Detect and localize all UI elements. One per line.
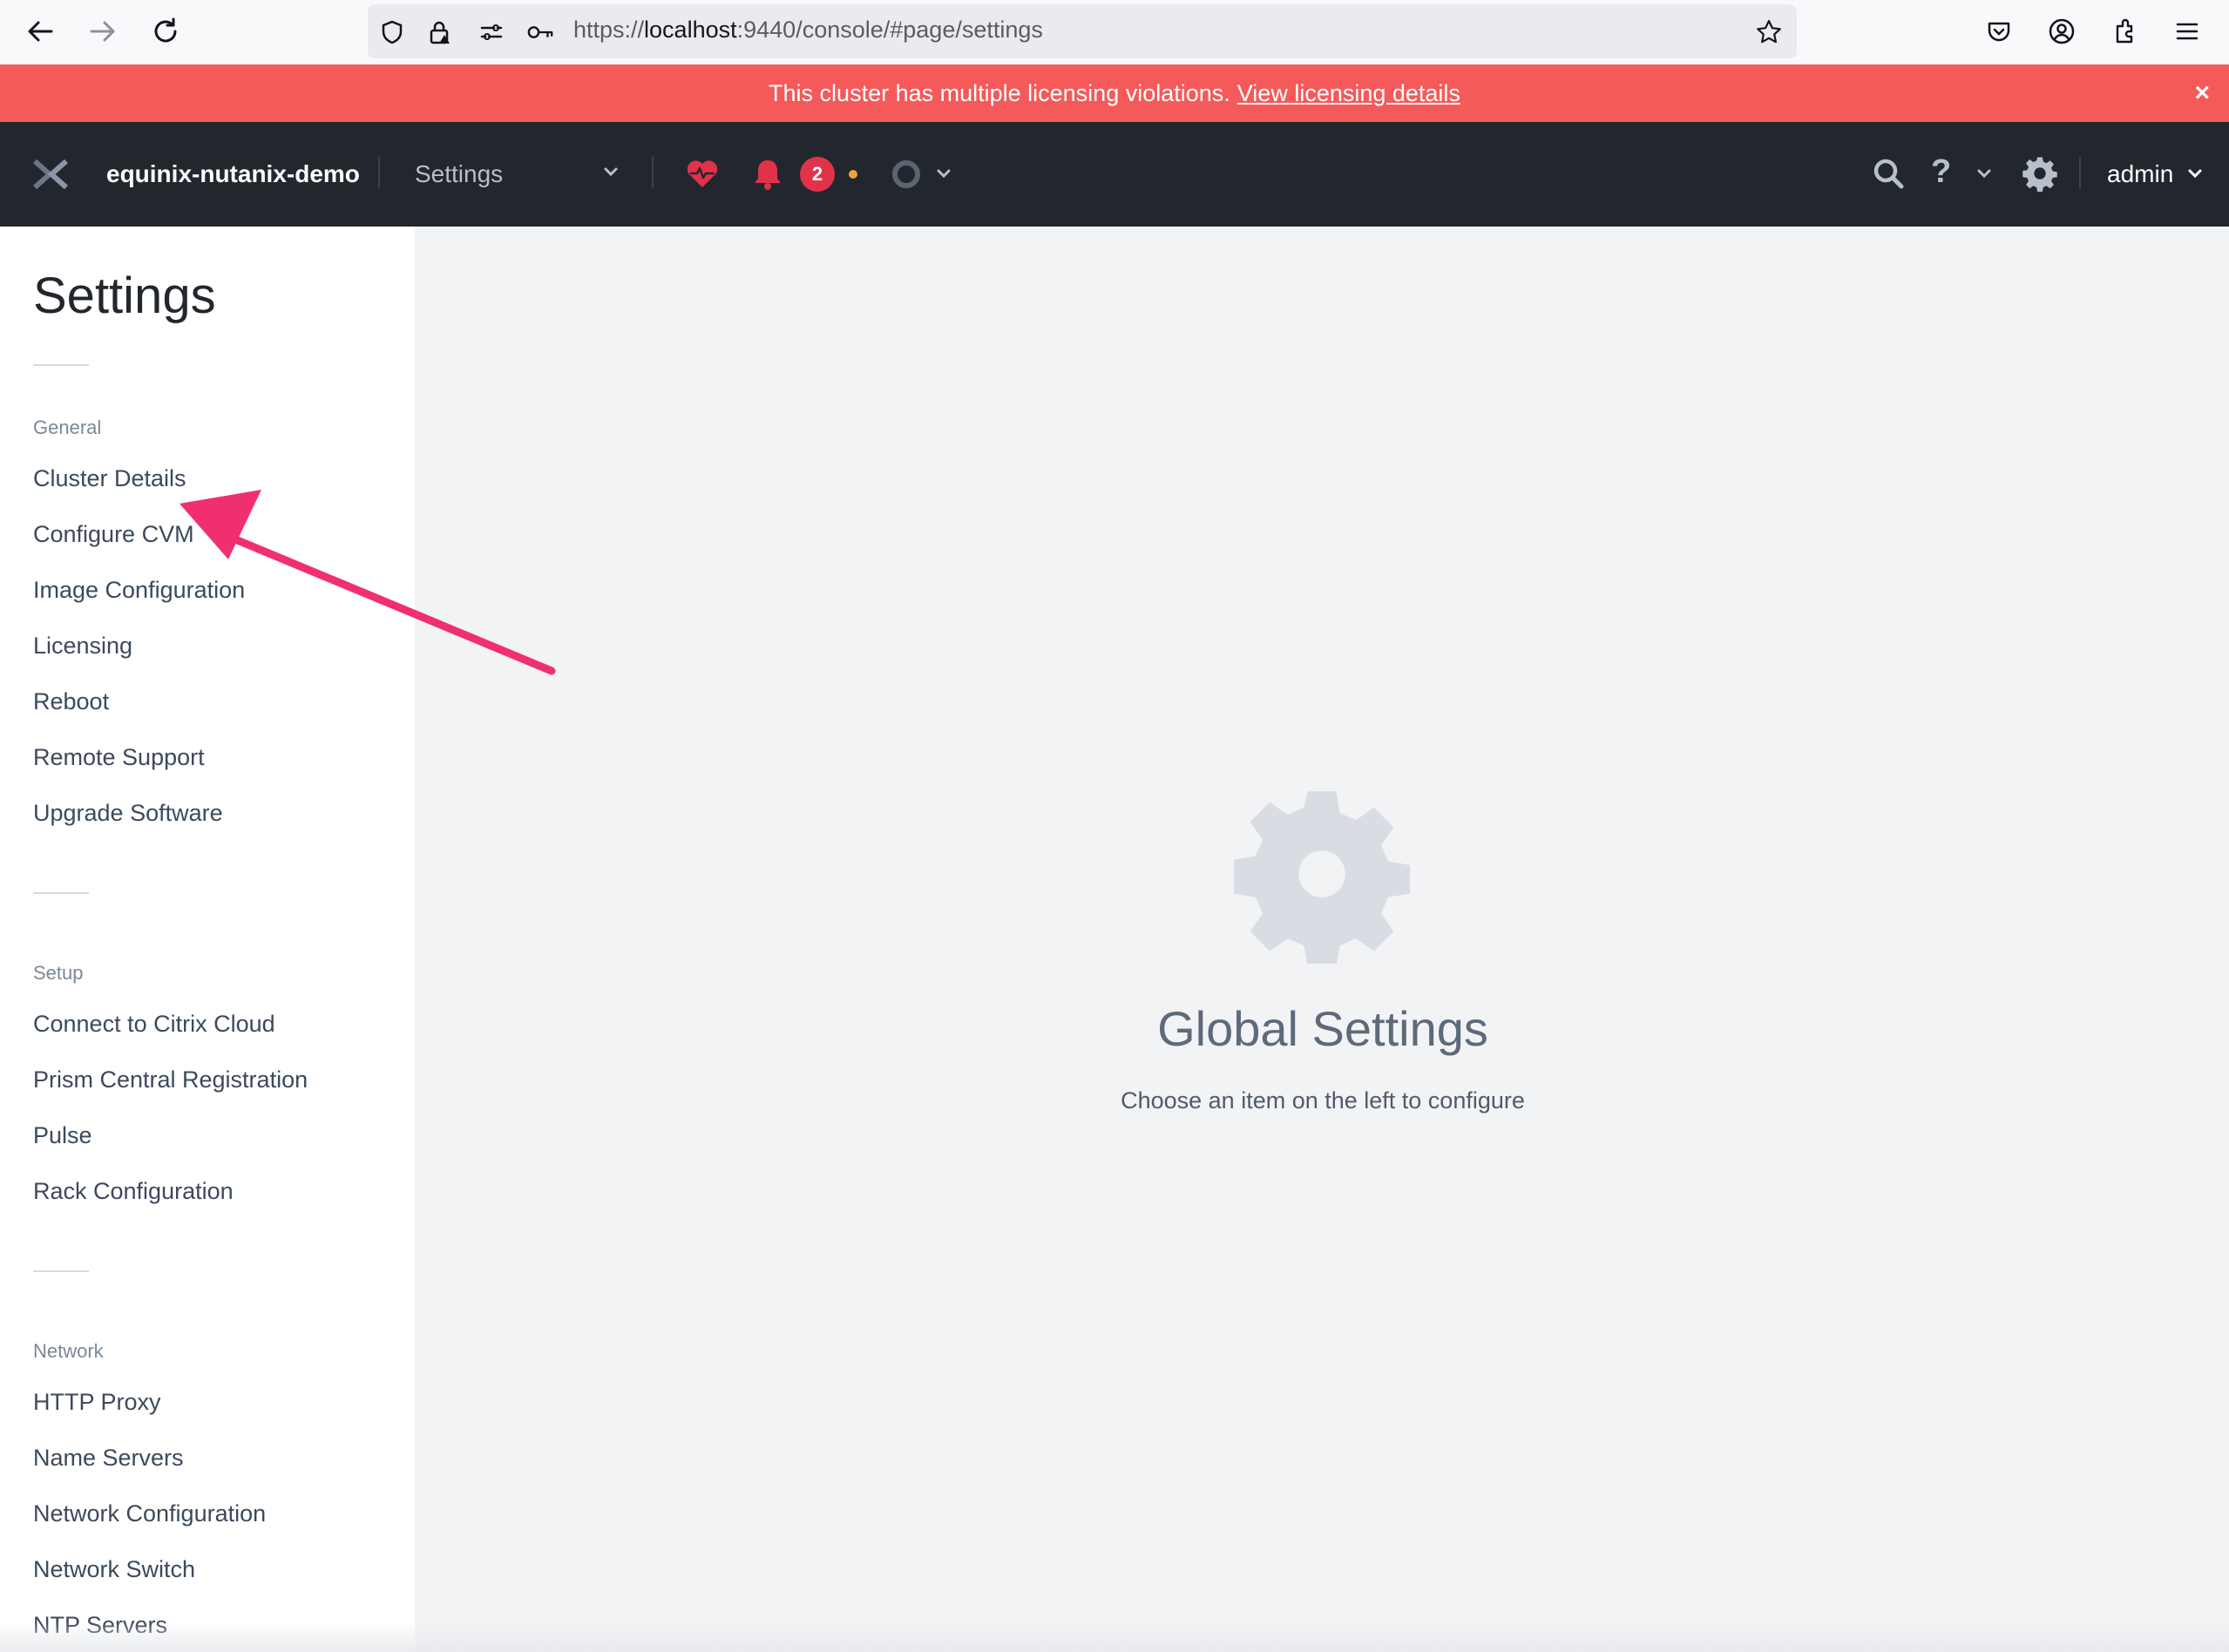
search-icon[interactable] — [1872, 157, 1905, 194]
alert-count-badge[interactable]: 2 — [800, 157, 835, 192]
section-general: General — [33, 416, 102, 438]
tasks-circle-icon[interactable] — [891, 159, 922, 194]
bookmark-star-icon[interactable] — [1755, 18, 1783, 46]
section-setup: Setup — [33, 962, 84, 984]
extensions-icon[interactable] — [2107, 14, 2142, 49]
view-licensing-link[interactable]: View licensing details — [1237, 80, 1460, 107]
sidebar-item-pulse[interactable]: Pulse — [33, 1122, 92, 1149]
help-icon[interactable]: ? — [1931, 153, 1951, 191]
annotation-arrow — [180, 490, 556, 675]
header-divider — [2079, 157, 2081, 188]
nutanix-logo-icon[interactable] — [31, 159, 70, 190]
alert-bell-icon[interactable] — [751, 157, 784, 196]
page-selector[interactable]: Settings — [415, 160, 503, 188]
header-divider — [378, 157, 380, 188]
sidebar-item-remote-support[interactable]: Remote Support — [33, 744, 205, 771]
lock-warning-icon[interactable] — [425, 18, 453, 46]
close-icon[interactable]: × — [2194, 78, 2210, 108]
url-text[interactable]: https://localhost:9440/console/#page/set… — [573, 17, 1043, 44]
forward-arrow-icon[interactable] — [84, 12, 122, 51]
sidebar-divider — [33, 1270, 89, 1272]
settings-sidebar: Settings General Cluster Details Configu… — [0, 227, 415, 1652]
shield-icon[interactable] — [378, 18, 406, 46]
empty-state-title: Global Settings — [1157, 1001, 1488, 1056]
warning-dot[interactable] — [849, 170, 857, 179]
chevron-down-icon[interactable] — [1975, 164, 1994, 187]
header-divider — [652, 157, 654, 188]
banner-message: This cluster has multiple licensing viol… — [769, 79, 1230, 106]
browser-toolbar: https://localhost:9440/console/#page/set… — [0, 0, 2229, 64]
cluster-name[interactable]: equinix-nutanix-demo — [106, 160, 360, 188]
sidebar-item-rack-configuration[interactable]: Rack Configuration — [33, 1178, 234, 1205]
sidebar-item-connect-citrix-cloud[interactable]: Connect to Citrix Cloud — [33, 1011, 275, 1038]
bottom-fade — [0, 1622, 2229, 1652]
app-header: equinix-nutanix-demo Settings 2 ? admin — [0, 122, 2229, 227]
sidebar-item-network-configuration[interactable]: Network Configuration — [33, 1500, 266, 1527]
chevron-down-icon[interactable] — [934, 164, 953, 187]
sidebar-item-network-switch[interactable]: Network Switch — [33, 1556, 195, 1583]
address-bar[interactable]: https://localhost:9440/console/#page/set… — [368, 4, 1797, 58]
account-icon[interactable] — [2044, 14, 2079, 49]
sidebar-item-name-servers[interactable]: Name Servers — [33, 1445, 184, 1472]
empty-state-subtitle: Choose an item on the left to configure — [1121, 1087, 1525, 1114]
sidebar-divider — [33, 364, 89, 366]
back-arrow-icon[interactable] — [21, 12, 59, 51]
sidebar-title: Settings — [33, 267, 216, 324]
chevron-down-icon[interactable] — [2185, 164, 2205, 187]
menu-icon[interactable] — [2170, 14, 2205, 49]
user-menu[interactable]: admin — [2107, 160, 2173, 188]
sidebar-item-prism-central-registration[interactable]: Prism Central Registration — [33, 1066, 308, 1093]
sidebar-item-reboot[interactable]: Reboot — [33, 688, 109, 715]
sidebar-item-http-proxy[interactable]: HTTP Proxy — [33, 1389, 161, 1416]
chevron-down-icon[interactable] — [601, 162, 620, 186]
reload-icon[interactable] — [146, 12, 185, 51]
gear-icon[interactable] — [2022, 155, 2058, 196]
licensing-banner: This cluster has multiple licensing viol… — [0, 64, 2229, 122]
sidebar-item-upgrade-software[interactable]: Upgrade Software — [33, 800, 223, 827]
settings-gear-icon — [1232, 784, 1412, 968]
key-icon[interactable] — [526, 18, 554, 46]
section-network: Network — [33, 1340, 104, 1362]
sidebar-divider — [33, 892, 89, 894]
health-heart-icon[interactable] — [685, 157, 720, 194]
permissions-icon[interactable] — [478, 18, 505, 46]
sidebar-item-cluster-details[interactable]: Cluster Details — [33, 465, 186, 492]
pocket-icon[interactable] — [1982, 14, 2016, 49]
sidebar-item-licensing[interactable]: Licensing — [33, 633, 132, 660]
